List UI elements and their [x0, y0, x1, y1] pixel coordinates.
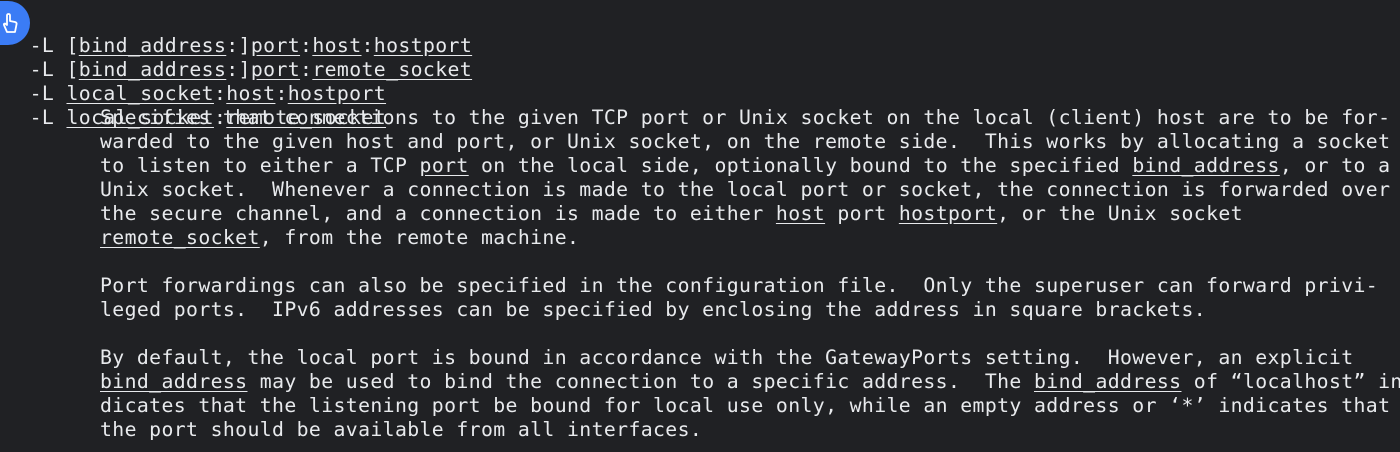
hand-pointer-icon — [0, 12, 20, 34]
description-text: , or to a — [1279, 154, 1391, 177]
arg-bind-address: bind_address — [1034, 370, 1182, 393]
description-line: leged ports. IPv6 addresses can be speci… — [100, 298, 1206, 322]
arg-remote-socket: remote_socket — [100, 226, 260, 249]
description-line: By default, the local port is bound in a… — [100, 346, 1354, 370]
description-text: may be used to bind the connection to a … — [247, 370, 1034, 393]
description-text: to listen to either a TCP — [100, 154, 420, 177]
description-text: , or the Unix socket — [997, 202, 1243, 225]
synopsis-line: -L [bind_address:]port:host:hostport — [5, 10, 472, 57]
synopsis-line: -L local_socket:host:hostport — [5, 58, 386, 105]
arg-hostport: hostport — [898, 202, 998, 225]
description-line: warded to the given host and port, or Un… — [100, 130, 1390, 154]
arg-bind-address: bind_address — [1132, 154, 1280, 177]
description-line: remote_socket, from the remote machine. — [100, 226, 579, 250]
description-text: port — [825, 202, 899, 225]
arg-bind-address: bind_address — [100, 370, 248, 393]
description-line: the secure channel, and a connection is … — [100, 202, 1243, 226]
description-text: , from the remote machine. — [259, 226, 580, 249]
description-text: Port forwardings can also be specified i… — [100, 274, 1379, 297]
description-text: the port should be available from all in… — [100, 418, 703, 441]
description-text: on the local side, optionally bound to t… — [468, 154, 1133, 177]
description-text: warded to the given host and port, or Un… — [100, 130, 1391, 153]
synopsis-line: -L local_socket:remote_socket — [5, 82, 386, 129]
description-line: bind_address may be used to bind the con… — [100, 370, 1400, 394]
description-text: Specifies that connections to the given … — [100, 106, 1391, 129]
description-line: Unix socket. Whenever a connection is ma… — [100, 178, 1390, 202]
description-line: dicates that the listening port be bound… — [100, 394, 1390, 418]
description-line: Port forwardings can also be specified i… — [100, 274, 1378, 298]
description-text: Unix socket. Whenever a connection is ma… — [100, 178, 1391, 201]
description-line: the port should be available from all in… — [100, 418, 702, 442]
description-text: dicates that the listening port be bound… — [100, 394, 1391, 417]
arg-host: host — [775, 202, 826, 225]
description-text: the secure channel, and a connection is … — [100, 202, 776, 225]
description-text: leged ports. IPv6 addresses can be speci… — [100, 298, 1207, 321]
option-flag: -L — [29, 106, 55, 129]
description-line: to listen to either a TCP port on the lo… — [100, 154, 1390, 178]
description-text: By default, the local port is bound in a… — [100, 346, 1354, 369]
arg-port: port — [419, 154, 469, 177]
synopsis-line: -L [bind_address:]port:remote_socket — [5, 34, 472, 81]
description-text: of “localhost” in- — [1181, 370, 1400, 393]
description-line: Specifies that connections to the given … — [100, 106, 1390, 130]
